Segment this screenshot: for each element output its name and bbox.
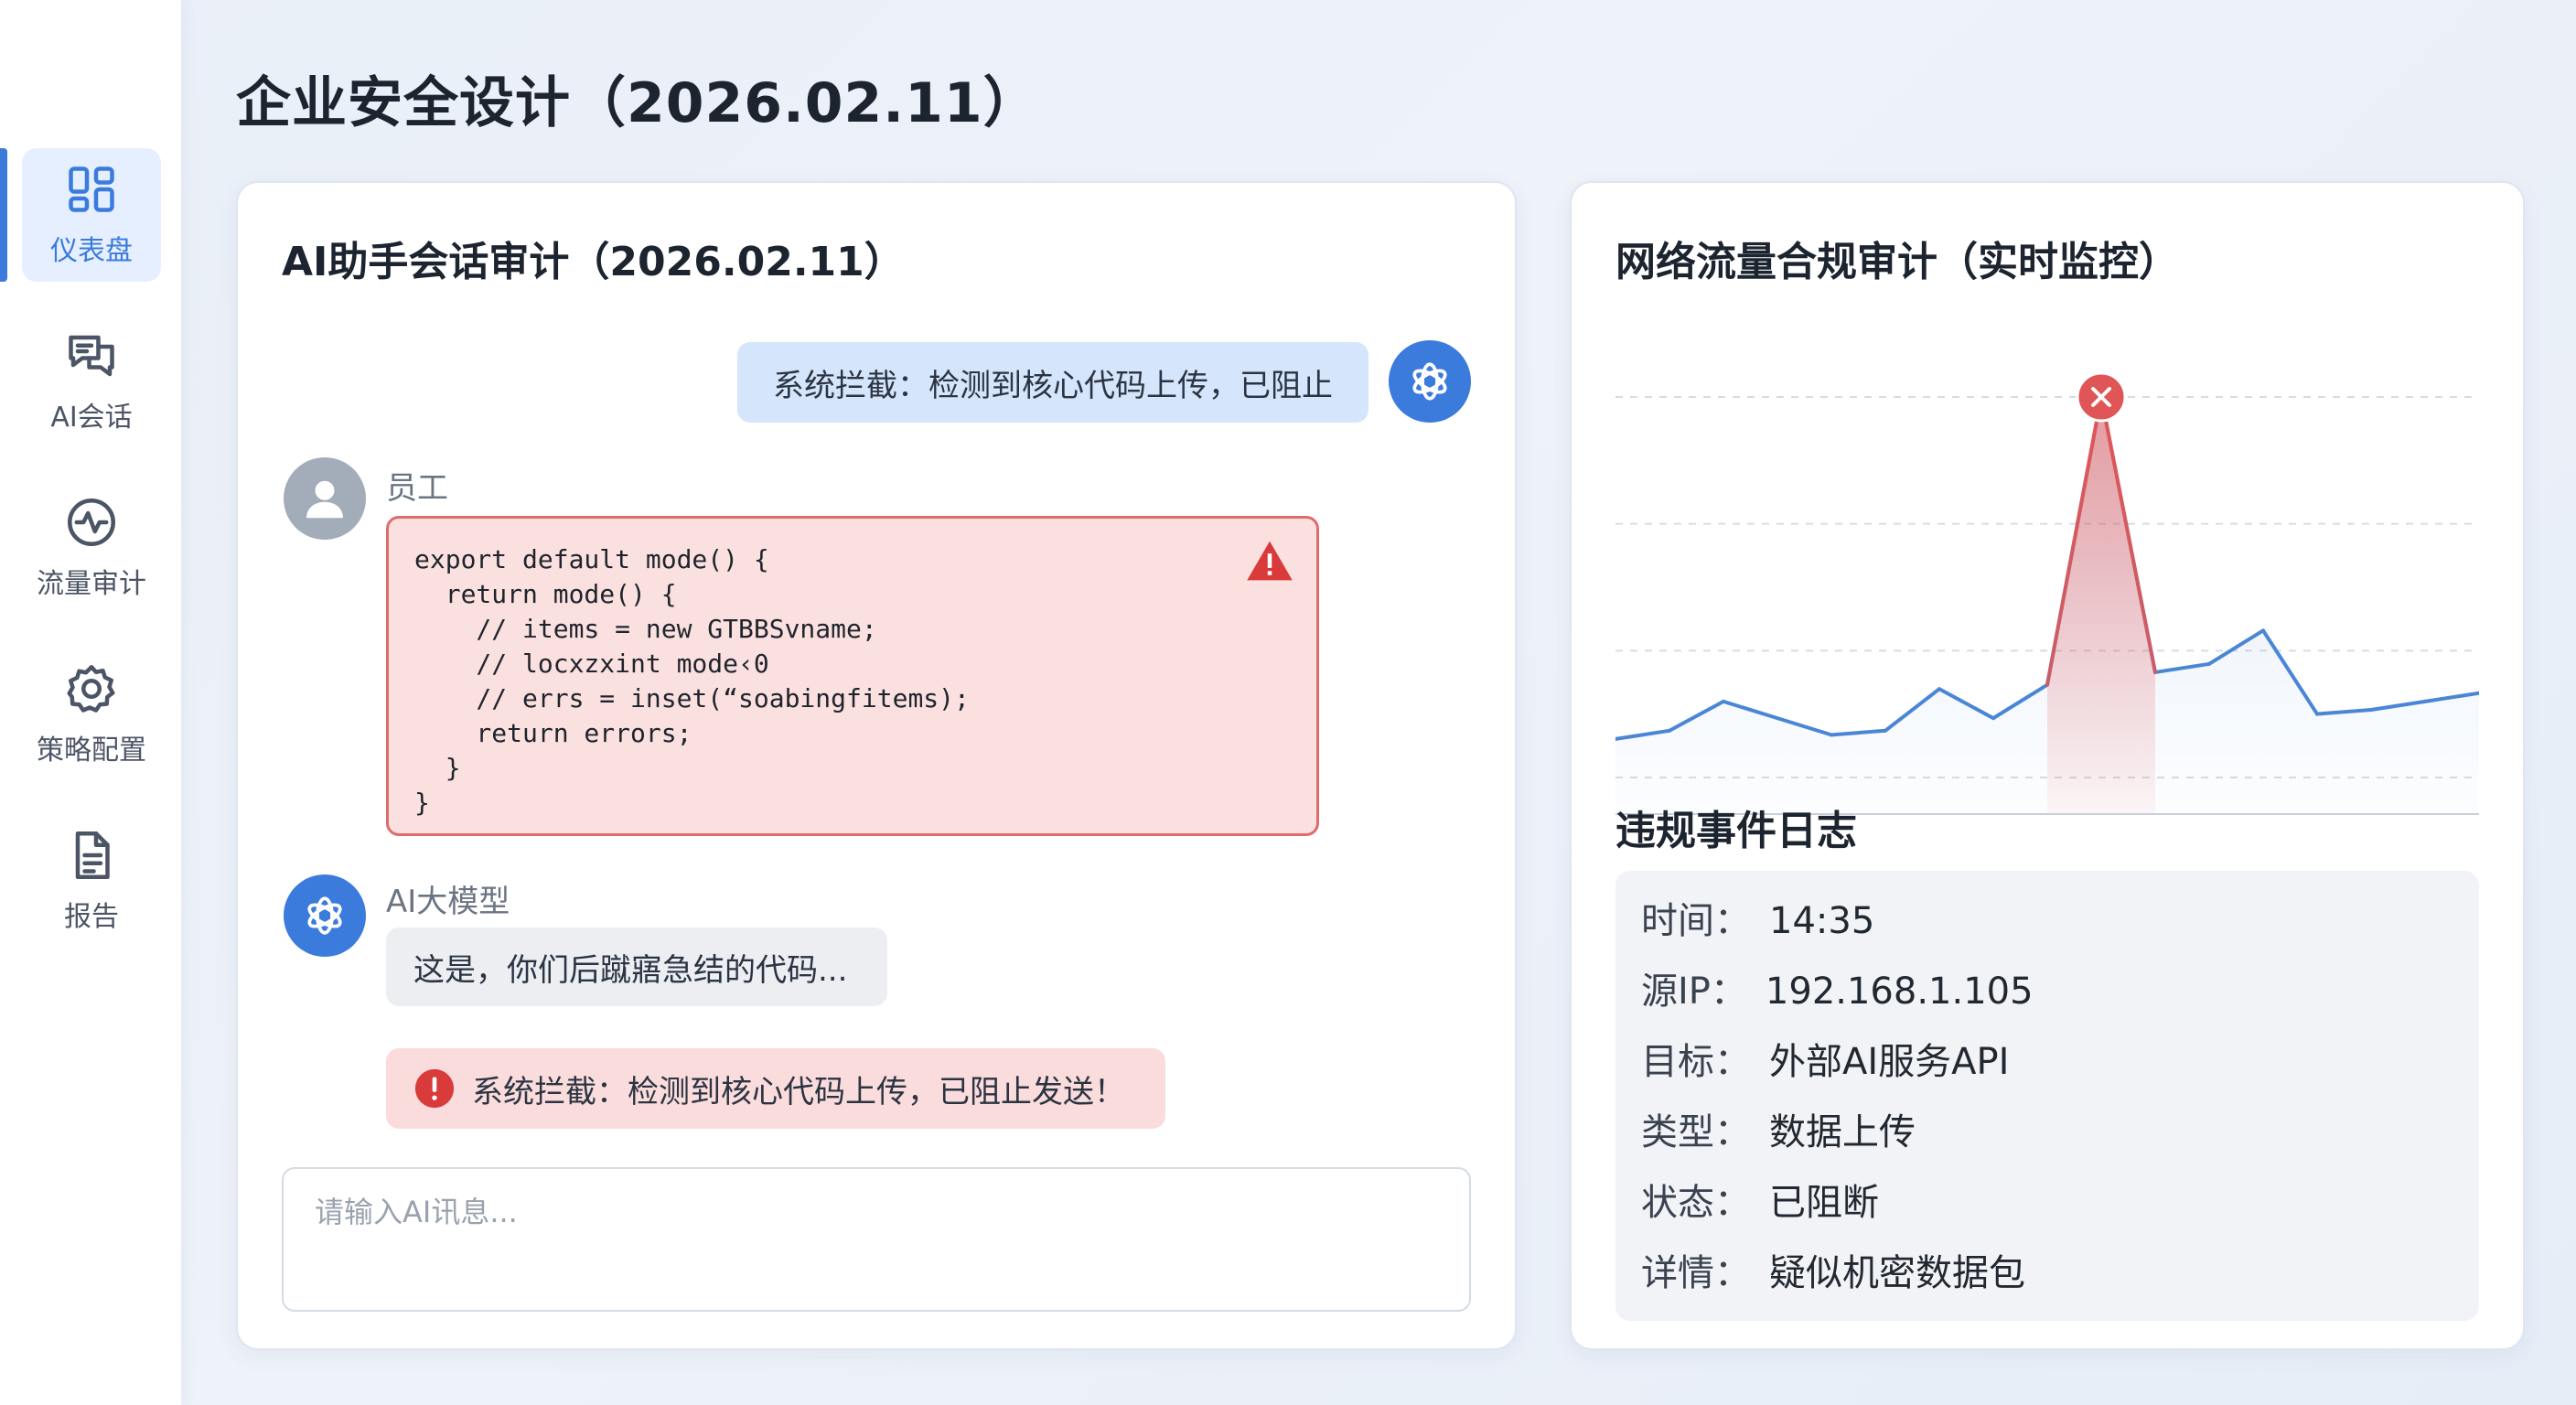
sidebar-item-label: 策略配置	[37, 735, 146, 767]
sidebar: 仪表盘 AI会话 流量审计 策略配置 报告	[0, 0, 181, 1405]
system-alert-bubble: 系统拦截：检测到核心代码上传，已阻止发送！	[386, 1048, 1165, 1129]
chat-audit-title: AI助手会话审计（2026.02.11）	[282, 239, 905, 285]
log-value: 疑似机密数据包	[1769, 1252, 2025, 1294]
sidebar-item-dashboard[interactable]: 仪表盘	[22, 148, 161, 282]
chat-icon	[69, 335, 114, 377]
log-value: 外部AI服务API	[1769, 1041, 2010, 1083]
error-icon	[414, 1068, 455, 1109]
page-title: 企业安全设计（2026.02.11）	[236, 71, 1039, 135]
sidebar-item-label: 报告	[64, 901, 119, 933]
sidebar-item-label: 流量审计	[37, 568, 146, 600]
ai-reply-bubble: 这是，你们后蹴寤急结的代码...	[386, 928, 887, 1006]
user-icon	[306, 480, 343, 519]
system-block-message: 系统拦截：检测到核心代码上传，已阻止	[737, 342, 1368, 423]
log-key: 源IP：	[1641, 971, 1747, 1013]
sidebar-item-traffic-audit[interactable]: 流量审计	[22, 481, 161, 615]
log-key: 详情：	[1641, 1252, 1751, 1294]
log-row: 时间： 14:35	[1641, 891, 1874, 944]
active-indicator	[0, 148, 7, 282]
log-value: 已阻断	[1769, 1182, 1879, 1224]
code-content: export default mode() { return mode() { …	[414, 544, 970, 818]
sidebar-item-ai-chat[interactable]: AI会话	[22, 315, 161, 448]
warning-icon	[1247, 541, 1293, 581]
log-row: 目标： 外部AI服务API	[1641, 1032, 2009, 1085]
log-row: 状态： 已阻断	[1641, 1173, 1879, 1226]
log-value: 14:35	[1769, 900, 1875, 942]
log-key: 类型：	[1641, 1111, 1751, 1153]
log-key: 状态：	[1641, 1182, 1751, 1224]
user-name: 员工	[386, 470, 448, 507]
traffic-audit-title: 网络流量合规审计（实时监控）	[1615, 239, 2179, 285]
sidebar-item-report[interactable]: 报告	[22, 814, 161, 948]
chat-audit-panel: AI助手会话审计（2026.02.11） 系统拦截：检测到核心代码上传，已阻止 …	[236, 181, 1517, 1350]
log-row: 类型： 数据上传	[1641, 1102, 1916, 1155]
openai-logo-icon	[307, 896, 342, 935]
chat-input[interactable]	[282, 1167, 1471, 1312]
sidebar-item-label: 仪表盘	[50, 235, 133, 267]
log-row: 源IP： 192.168.1.105	[1641, 961, 2034, 1014]
flagged-code-block: export default mode() { return mode() { …	[386, 516, 1319, 836]
gear-icon	[67, 665, 115, 713]
dashboard-icon	[69, 166, 114, 212]
log-value: 192.168.1.105	[1765, 971, 2034, 1013]
activity-icon	[68, 499, 115, 546]
openai-logo-icon	[1412, 362, 1447, 401]
sidebar-item-policy[interactable]: 策略配置	[22, 648, 161, 781]
ai-avatar	[1389, 340, 1471, 423]
system-alert-text: 系统拦截：检测到核心代码上传，已阻止发送！	[472, 1073, 1125, 1110]
log-value: 数据上传	[1769, 1111, 1916, 1153]
violation-log: 时间： 14:35 源IP： 192.168.1.105 目标： 外部AI服务API 类型：…	[1615, 871, 2479, 1321]
document-icon	[75, 831, 110, 879]
violation-log-title: 违规事件日志	[1615, 808, 1857, 854]
traffic-audit-panel: 网络流量合规审计（实时监控） 违规事件日志 时间： 14:35 源IP： 192.16…	[1570, 181, 2525, 1350]
ai-name: AI大模型	[386, 884, 510, 920]
ai-avatar	[284, 874, 366, 957]
sidebar-item-label: AI会话	[50, 402, 133, 434]
log-key: 时间：	[1641, 900, 1751, 942]
log-row: 详情： 疑似机密数据包	[1641, 1243, 2025, 1296]
user-avatar	[284, 457, 366, 540]
log-key: 目标：	[1641, 1041, 1751, 1083]
